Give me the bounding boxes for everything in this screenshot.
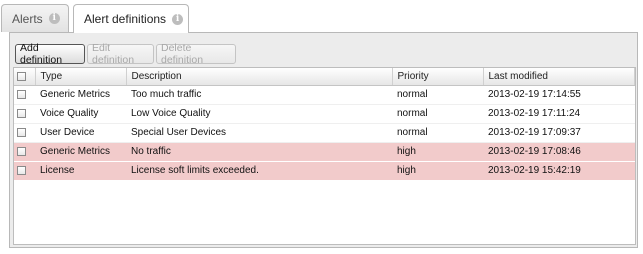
row-select-cell xyxy=(14,104,35,124)
cell-last-modified: 2013-02-19 17:14:55 xyxy=(483,85,635,105)
select-all-header xyxy=(14,68,36,86)
table-row[interactable]: Voice Quality Low Voice Quality normal 2… xyxy=(14,104,635,124)
row-select-cell xyxy=(14,142,35,162)
cell-type: User Device xyxy=(35,123,126,143)
row-checkbox[interactable] xyxy=(17,108,26,118)
tab-alert-definitions-label: Alert definitions xyxy=(84,12,167,26)
alert-definitions-table: Type Description Priority Last modified … xyxy=(13,67,636,245)
column-header-description[interactable]: Description xyxy=(126,68,393,86)
row-checkbox[interactable] xyxy=(17,146,26,156)
table-row[interactable]: License License soft limits exceeded. hi… xyxy=(14,161,635,181)
table-row[interactable]: User Device Special User Devices normal … xyxy=(14,123,635,143)
cell-description: Low Voice Quality xyxy=(126,104,392,124)
cell-description: Special User Devices xyxy=(126,123,392,143)
cell-type: Generic Metrics xyxy=(35,85,126,105)
info-icon[interactable]: i xyxy=(48,13,60,24)
add-definition-button[interactable]: Add definition xyxy=(15,42,85,66)
cell-description: Too much traffic xyxy=(126,85,392,105)
cell-last-modified: 2013-02-19 17:09:37 xyxy=(483,123,635,143)
row-select-cell xyxy=(14,85,35,105)
cell-last-modified: 2013-02-19 17:08:46 xyxy=(483,142,635,162)
column-header-priority[interactable]: Priority xyxy=(392,68,484,86)
row-select-cell xyxy=(14,123,35,143)
table-header-row: Type Description Priority Last modified xyxy=(14,68,635,86)
table-row[interactable]: Generic Metrics No traffic high 2013-02-… xyxy=(14,142,635,162)
cell-description: No traffic xyxy=(126,142,392,162)
tab-alerts[interactable]: Alerts i xyxy=(1,4,69,32)
table-row[interactable]: Generic Metrics Too much traffic normal … xyxy=(14,85,635,105)
delete-definition-button[interactable]: Delete definition xyxy=(156,42,236,66)
cell-last-modified: 2013-02-19 15:42:19 xyxy=(483,161,635,181)
cell-type: Generic Metrics xyxy=(35,142,126,162)
toolbar: Add definition Edit definition Delete de… xyxy=(15,42,236,66)
select-all-checkbox[interactable] xyxy=(17,71,26,81)
cell-type: License xyxy=(35,161,126,181)
column-header-type[interactable]: Type xyxy=(35,68,127,86)
column-header-last-modified[interactable]: Last modified xyxy=(483,68,635,86)
tab-alerts-label: Alerts xyxy=(12,11,43,26)
row-checkbox[interactable] xyxy=(17,89,26,99)
cell-priority: normal xyxy=(392,104,483,124)
tab-bar: Alerts i Alert definitions i xyxy=(0,0,643,33)
row-checkbox[interactable] xyxy=(17,127,26,137)
row-checkbox[interactable] xyxy=(17,165,26,175)
alert-definitions-panel: Add definition Edit definition Delete de… xyxy=(9,32,638,248)
cell-last-modified: 2013-02-19 17:11:24 xyxy=(483,104,635,124)
cell-priority: high xyxy=(392,142,483,162)
edit-definition-button[interactable]: Edit definition xyxy=(87,42,154,66)
row-select-cell xyxy=(14,161,35,181)
cell-priority: high xyxy=(392,161,483,181)
cell-priority: normal xyxy=(392,85,483,105)
cell-priority: normal xyxy=(392,123,483,143)
tab-alert-definitions[interactable]: Alert definitions i xyxy=(73,4,189,33)
cell-description: License soft limits exceeded. xyxy=(126,161,392,181)
info-icon[interactable]: i xyxy=(172,13,184,25)
cell-type: Voice Quality xyxy=(35,104,126,124)
